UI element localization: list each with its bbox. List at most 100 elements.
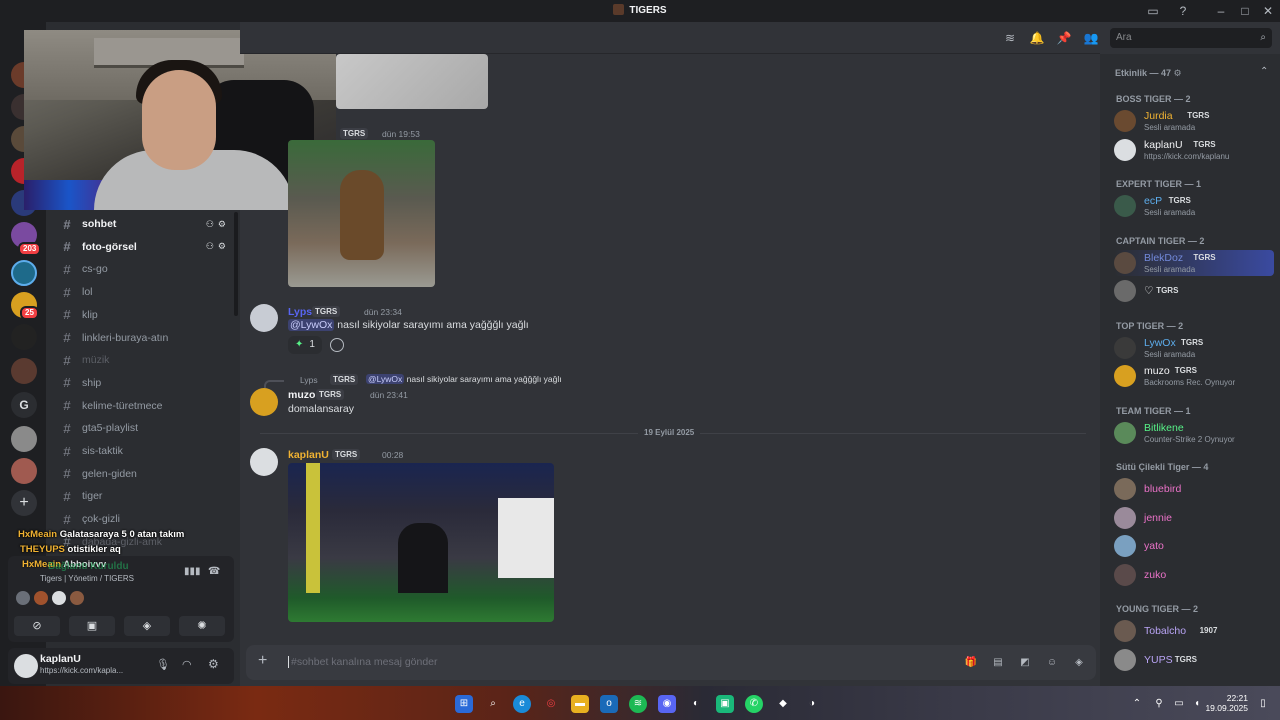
channel-settings-icon[interactable]: ⚇⚙	[206, 219, 230, 230]
image-attachment[interactable]	[336, 54, 488, 109]
app-icon[interactable]: ◆	[774, 695, 792, 713]
microphone-icon[interactable]: 🎙	[156, 658, 170, 671]
whatsapp-icon[interactable]: ✆	[745, 695, 763, 713]
server-icon[interactable]	[11, 458, 37, 484]
channel-item[interactable]: # gelen-giden	[54, 464, 234, 484]
discord-icon[interactable]: ◉	[658, 695, 676, 713]
gift-icon[interactable]: 🎁	[964, 656, 978, 670]
bell-icon[interactable]: 🔔	[1029, 30, 1045, 46]
member-list-icon[interactable]: 👥	[1083, 30, 1099, 46]
channel-item[interactable]: # sis-taktik	[54, 441, 234, 461]
channel-item[interactable]: # foto-görsel ⚇⚙	[54, 237, 234, 257]
emoji-icon[interactable]: ☺	[1045, 656, 1059, 670]
search-icon[interactable]: ⌕	[484, 695, 502, 713]
member-item[interactable]: muzo TGRS Backrooms Rec. Oynuyor	[1114, 363, 1274, 389]
start-icon[interactable]: ⊞	[455, 695, 473, 713]
screen-share-icon[interactable]: ▣	[69, 616, 115, 636]
app-icon[interactable]: ▣	[716, 695, 734, 713]
channel-item[interactable]: # ship	[54, 373, 234, 393]
help-icon[interactable]: ?	[1175, 3, 1191, 19]
chevron-up-icon[interactable]: ⌃	[1130, 695, 1144, 713]
channel-item[interactable]: # lol	[54, 282, 234, 302]
member-item[interactable]: zuko	[1114, 562, 1274, 588]
add-reaction-icon[interactable]	[330, 338, 344, 352]
activity-icon[interactable]: ◈	[124, 616, 170, 636]
channel-item[interactable]: # kelime-türetmece	[54, 396, 234, 416]
server-icon[interactable]	[11, 324, 37, 350]
notification-icon[interactable]: ▯	[1256, 695, 1270, 713]
channel-item[interactable]: # çok-gizli	[54, 509, 234, 529]
avatar[interactable]	[250, 388, 278, 416]
outlook-icon[interactable]: o	[600, 695, 618, 713]
member-item[interactable]: bluebird	[1114, 476, 1274, 502]
member-item[interactable]: Tobalcho 1907	[1114, 618, 1274, 644]
member-item[interactable]: BlekDoz TGRS Sesli aramada	[1114, 249, 1274, 276]
member-item[interactable]: Bitlikene Counter-Strike 2 Oynuyor	[1114, 420, 1274, 446]
network-icon[interactable]: ▭	[1172, 695, 1186, 713]
server-icon[interactable]	[11, 260, 37, 286]
message-author[interactable]: kaplanU	[288, 449, 329, 461]
opera-icon[interactable]: ◎	[542, 695, 560, 713]
settings-gear-icon[interactable]: ⚙	[208, 657, 219, 671]
microphone-icon[interactable]: ⚲	[1152, 695, 1166, 713]
member-item[interactable]: Jurdia TGRS Sesli aramada	[1114, 108, 1274, 134]
pin-icon[interactable]: 📌	[1056, 30, 1072, 46]
search-input[interactable]: Ara ⌕	[1110, 28, 1272, 48]
message-author[interactable]: Lyps	[288, 306, 312, 318]
member-item[interactable]: ♡ TGRS	[1114, 278, 1274, 304]
disconnect-icon[interactable]: ☎	[208, 566, 220, 577]
avatar[interactable]	[14, 654, 38, 678]
member-item[interactable]: jennie	[1114, 505, 1274, 531]
sticker-icon[interactable]: ◩	[1018, 656, 1032, 670]
message-input[interactable]: #sohbet kanalına mesaj gönder	[288, 656, 438, 668]
camera-off-icon[interactable]: ⊘	[14, 616, 60, 636]
close-icon[interactable]: ✕	[1260, 3, 1276, 19]
channel-item[interactable]: # cs-go	[54, 259, 234, 279]
gif-icon[interactable]: ▤	[991, 656, 1005, 670]
image-attachment[interactable]	[288, 140, 435, 287]
scrollbar[interactable]	[234, 212, 238, 316]
video-attachment[interactable]	[288, 463, 554, 622]
reaction-chip[interactable]: ✦ 1	[288, 336, 322, 354]
member-item[interactable]: ecP TGRS Sesli aramada	[1114, 193, 1274, 219]
member-item[interactable]: yato	[1114, 533, 1274, 559]
channel-settings-icon[interactable]: ⚇⚙	[206, 241, 230, 252]
headphones-icon[interactable]: ◠	[182, 658, 192, 671]
member-item[interactable]: kaplanU TGRS https://kick.com/kaplanu	[1114, 137, 1274, 163]
activity-header[interactable]: Etkinlik — 47 ⚙	[1115, 68, 1182, 79]
channel-item[interactable]: # müzik	[54, 350, 234, 370]
soundboard-icon[interactable]: ✺	[179, 616, 225, 636]
voice-user-avatar[interactable]	[70, 591, 84, 605]
member-item[interactable]: LywOx TGRS Sesli aramada	[1114, 335, 1274, 361]
voice-user-avatar[interactable]	[34, 591, 48, 605]
maximize-icon[interactable]: □	[1237, 3, 1253, 19]
channel-item[interactable]: # gta5-playlist	[54, 418, 234, 438]
folder-icon[interactable]: ▬	[571, 695, 589, 713]
minimize-icon[interactable]: –	[1213, 3, 1229, 19]
channel-item[interactable]: # tiger	[54, 486, 234, 506]
avatar[interactable]	[250, 448, 278, 476]
channel-item[interactable]: # sohbet ⚇⚙	[54, 214, 234, 234]
server-icon[interactable]	[11, 358, 37, 384]
reply-author[interactable]: Lyps	[300, 375, 318, 385]
steam-icon[interactable]: ◑	[803, 695, 821, 713]
inbox-icon[interactable]: ▭	[1145, 3, 1161, 19]
voice-user-avatar[interactable]	[16, 591, 30, 605]
threads-icon[interactable]: ≋	[1002, 30, 1018, 46]
voice-activity-icon[interactable]: ▮▮▮	[184, 566, 201, 577]
channel-item[interactable]: # linkleri-buraya-atın	[54, 328, 234, 348]
user-mention[interactable]: @LywOx	[288, 319, 335, 331]
steam-icon[interactable]: ◐	[687, 695, 705, 713]
system-clock[interactable]: 22:21 19.09.2025	[1205, 693, 1248, 713]
edge-icon[interactable]: e	[513, 695, 531, 713]
server-icon[interactable]: G	[11, 392, 37, 418]
voice-channel-name[interactable]: Tigers | Yönetim / TIGERS	[40, 574, 134, 583]
chevron-up-icon[interactable]: ⌃	[1260, 66, 1268, 77]
message-author[interactable]: muzo	[288, 389, 315, 401]
voice-user-avatar[interactable]	[52, 591, 66, 605]
spotify-icon[interactable]: ≋	[629, 695, 647, 713]
apps-icon[interactable]: ◈	[1072, 656, 1086, 670]
volume-icon[interactable]: ◖	[1190, 695, 1204, 713]
server-icon[interactable]	[11, 426, 37, 452]
avatar[interactable]	[250, 304, 278, 332]
